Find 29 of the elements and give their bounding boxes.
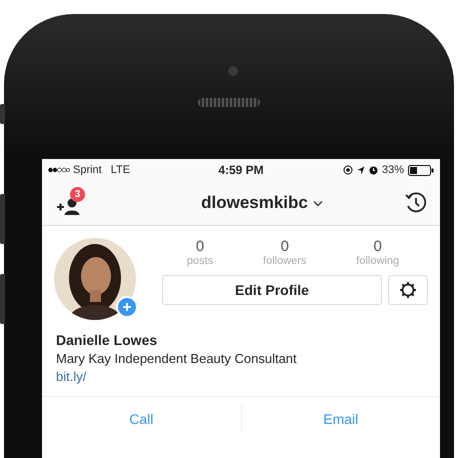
location-icon bbox=[356, 166, 365, 174]
profile-bio: Mary Kay Independent Beauty Consultant bbox=[56, 351, 297, 366]
notification-badge: 3 bbox=[70, 187, 85, 202]
carrier-name: Sprint bbox=[73, 164, 102, 176]
edit-profile-button[interactable]: Edit Profile bbox=[162, 275, 382, 305]
battery-icon bbox=[408, 164, 434, 176]
stat-count: 0 bbox=[196, 238, 204, 255]
network-type: LTE bbox=[110, 164, 130, 176]
settings-icon bbox=[399, 281, 417, 299]
chevron-down-icon bbox=[312, 200, 323, 206]
status-time: 4:59 PM bbox=[218, 163, 264, 177]
speaker-grille bbox=[198, 98, 260, 107]
account-switcher[interactable]: dlowesmkibc bbox=[201, 193, 323, 213]
stat-label: followers bbox=[263, 255, 306, 267]
stat-count: 0 bbox=[374, 238, 382, 255]
profile-link[interactable]: bit.ly/ bbox=[56, 369, 86, 384]
signal-icon bbox=[48, 167, 70, 173]
battery-percent: 33% bbox=[382, 164, 404, 176]
camera-lens bbox=[228, 66, 238, 76]
settings-button[interactable] bbox=[388, 275, 428, 305]
stat-count: 0 bbox=[280, 238, 289, 255]
contact-button[interactable]: Call bbox=[42, 402, 240, 436]
stat-label: following bbox=[356, 255, 400, 267]
history-icon[interactable] bbox=[404, 191, 428, 215]
plus-icon bbox=[122, 302, 132, 312]
alarm-icon bbox=[368, 166, 378, 174]
profile-name: Danielle Lowes bbox=[56, 332, 158, 348]
stat-label: posts bbox=[186, 255, 214, 267]
contact-button[interactable]: Email bbox=[242, 402, 440, 436]
